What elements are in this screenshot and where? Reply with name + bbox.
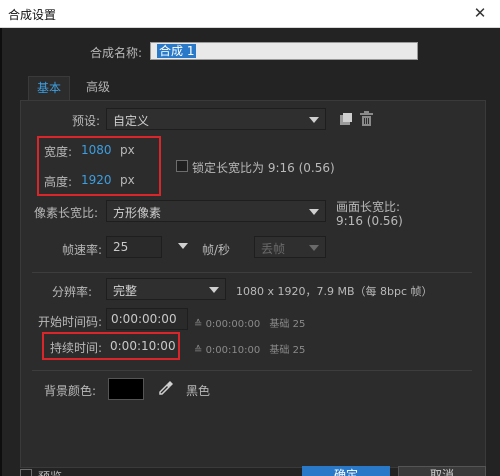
height-value[interactable]: 1920 <box>81 173 112 187</box>
chevron-down-icon <box>309 245 319 251</box>
resolution-info: 1080 x 1920，7.9 MB（每 8bpc 帧） <box>236 285 433 298</box>
start-timecode-label: 开始时间码: <box>38 315 103 329</box>
duration-info-time: 0:00:10:00 <box>205 345 261 356</box>
start-timecode-info: ≙ 0:00:00:00 基础 25 <box>194 319 306 330</box>
frame-rate-field[interactable]: 25 <box>106 236 162 258</box>
frame-aspect-label: 画面长宽比: <box>336 200 401 214</box>
drop-frame-dropdown: 丢帧 <box>254 236 326 258</box>
lock-aspect-checkbox[interactable] <box>176 160 188 172</box>
ok-button[interactable]: 确定 <box>302 466 390 476</box>
chevron-down-icon <box>309 117 319 123</box>
chevron-down-icon <box>209 287 219 293</box>
frame-rate-label: 帧速率: <box>62 243 103 257</box>
divider <box>32 272 472 273</box>
trash-icon[interactable] <box>360 111 373 126</box>
comp-name-label: 合成名称: <box>90 46 143 60</box>
width-unit: px <box>120 143 135 157</box>
lock-aspect-label: 锁定长宽比为 9:16 (0.56) <box>192 161 335 175</box>
title-bar: 合成设置 ✕ <box>0 0 500 28</box>
frame-aspect-value: 9:16 (0.56) <box>336 214 403 228</box>
resolution-label: 分辨率: <box>52 285 93 299</box>
height-unit: px <box>120 173 135 187</box>
frame-rate-value: 25 <box>113 240 129 254</box>
save-preset-icon[interactable] <box>339 112 353 126</box>
background-color-swatch[interactable] <box>108 378 144 400</box>
pixel-aspect-dropdown[interactable]: 方形像素 <box>106 200 326 222</box>
divider <box>32 370 472 371</box>
dialog-content: 合成名称: 合成 1 基本 高级 预设: 自定义 宽度: 1080 px 高度:… <box>0 28 500 476</box>
background-color-label: 背景颜色: <box>44 384 97 398</box>
preset-label: 预设: <box>72 114 101 128</box>
height-label: 高度: <box>44 175 73 189</box>
tab-basic[interactable]: 基本 <box>28 76 71 100</box>
close-icon[interactable]: ✕ <box>460 0 500 28</box>
comp-name-value: 合成 1 <box>157 44 197 58</box>
preset-dropdown[interactable]: 自定义 <box>106 108 326 130</box>
window-title: 合成设置 <box>8 8 57 22</box>
width-value[interactable]: 1080 <box>81 143 112 157</box>
duration-info: ≙ 0:00:10:00 基础 25 <box>194 345 306 356</box>
width-label: 宽度: <box>44 145 73 159</box>
eyedropper-icon[interactable] <box>158 380 174 396</box>
tab-advanced[interactable]: 高级 <box>78 76 118 100</box>
drop-frame-value: 丢帧 <box>261 242 286 256</box>
cancel-button[interactable]: 取消 <box>398 466 486 476</box>
pixel-aspect-value: 方形像素 <box>113 206 162 220</box>
preview-label: 预览 <box>38 468 62 476</box>
start-info-time: 0:00:00:00 <box>205 319 261 330</box>
comp-name-input[interactable]: 合成 1 <box>150 42 418 60</box>
frame-rate-chevron-icon[interactable] <box>178 243 188 249</box>
resolution-dropdown[interactable]: 完整 <box>106 278 226 300</box>
preset-value: 自定义 <box>113 114 150 128</box>
start-timecode-field[interactable]: 0:00:00:00 <box>106 308 188 330</box>
background-color-name: 黑色 <box>186 384 211 398</box>
chevron-down-icon <box>309 209 319 215</box>
resolution-value: 完整 <box>113 284 138 298</box>
start-info-base: 基础 25 <box>269 319 306 330</box>
duration-label: 持续时间: <box>50 341 103 355</box>
frame-rate-unit: 帧/秒 <box>202 243 231 257</box>
pixel-aspect-label: 像素长宽比: <box>34 206 99 220</box>
start-timecode-value: 0:00:00:00 <box>111 312 177 326</box>
duration-value[interactable]: 0:00:10:00 <box>110 339 176 353</box>
preview-checkbox[interactable] <box>20 469 32 476</box>
duration-info-base: 基础 25 <box>269 345 306 356</box>
